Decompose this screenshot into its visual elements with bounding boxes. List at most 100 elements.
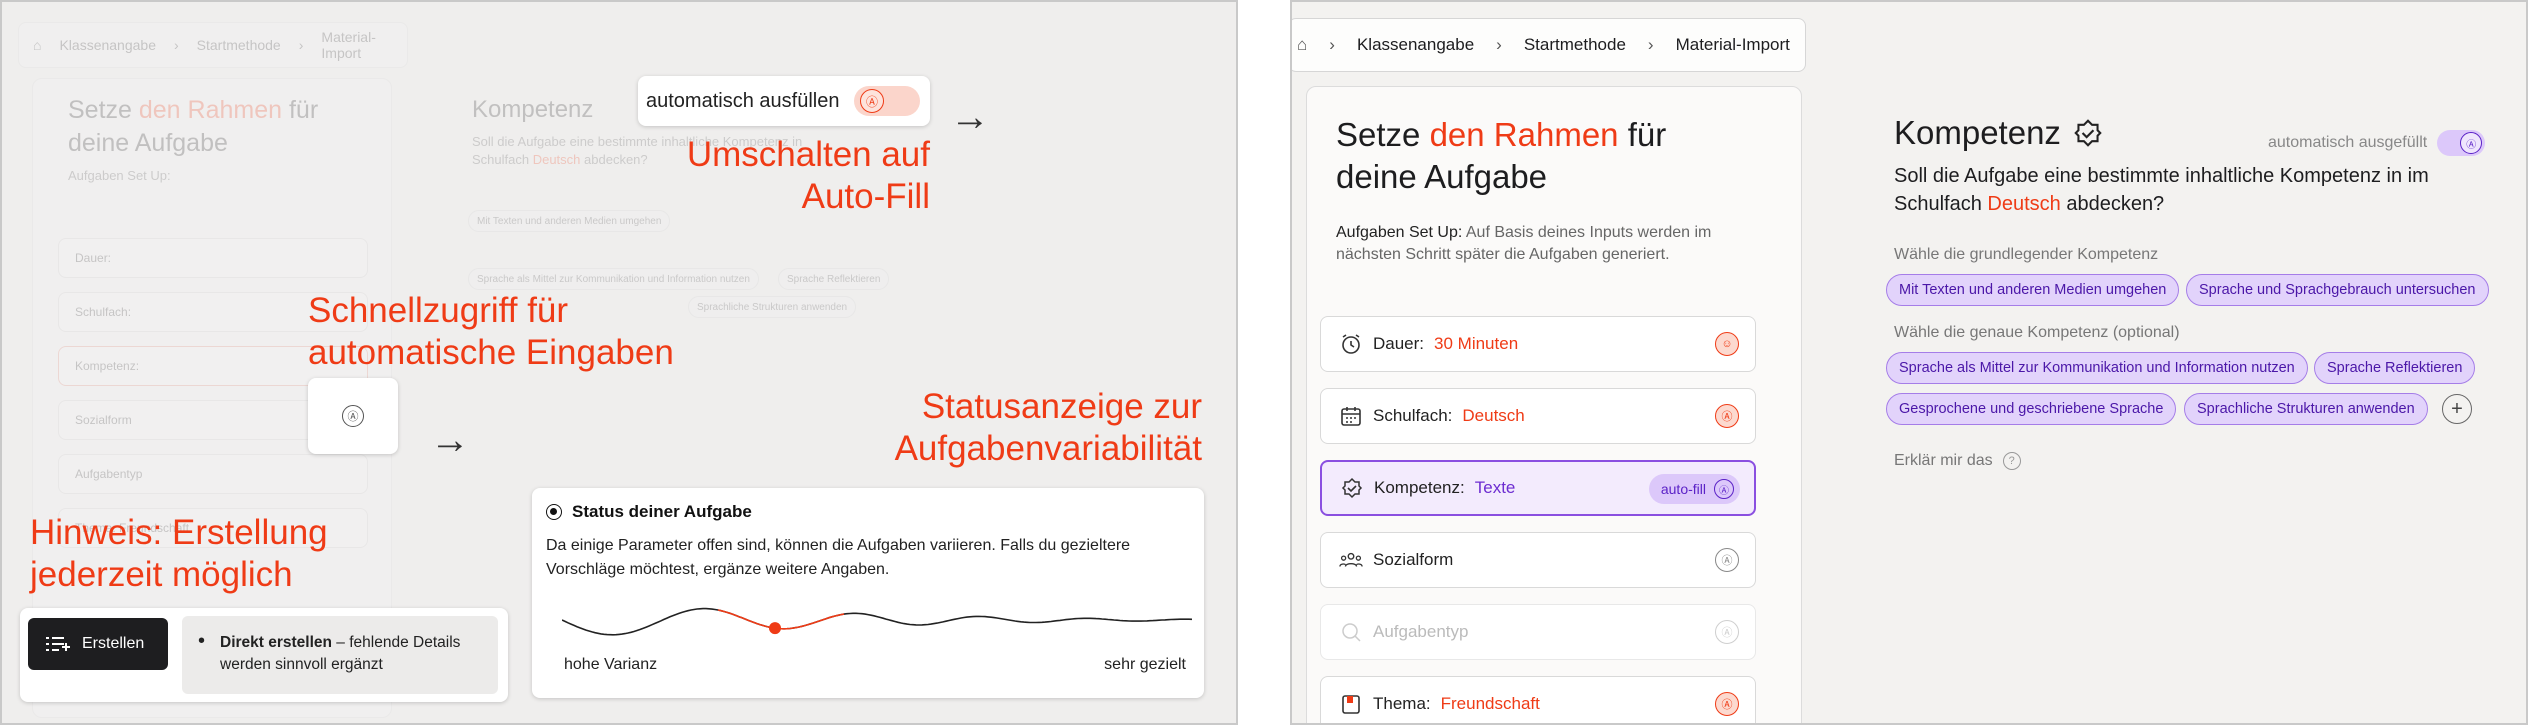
- autofill-badge-label: auto-fill: [1660, 481, 1706, 497]
- breadcrumb: ⌂ › Klassenangabe › Startmethode › Mater…: [1292, 18, 1806, 72]
- ghost-breadcrumb-item: Material-Import: [321, 29, 376, 61]
- explain-label: Erklär mir das: [1894, 452, 1993, 469]
- label-status: Statusanzeige zur Aufgabenvariabilität: [894, 387, 1202, 468]
- alarm-clock-icon: [1339, 332, 1363, 356]
- chevron-right-icon: ›: [174, 37, 179, 53]
- kompetenz-question: Soll die Aufgabe eine bestimmte inhaltli…: [1894, 165, 2429, 215]
- create-button-label: Erstellen: [82, 635, 145, 652]
- status-heading: Status deiner Aufgabe: [546, 502, 1190, 522]
- scale-right-label: sehr gezielt: [1104, 656, 1186, 673]
- variance-wave-highlight: [717, 609, 845, 630]
- status-radio-icon: [546, 504, 562, 520]
- ghost-row: Aufgabentyp: [58, 454, 368, 494]
- breadcrumb-item-klassenangabe[interactable]: Klassenangabe: [1357, 35, 1474, 55]
- arrow-right-icon: →: [430, 418, 470, 462]
- breadcrumb-item-startmethode[interactable]: Startmethode: [1524, 35, 1626, 55]
- autofill-badge[interactable]: auto-fill Ⓐ: [1648, 474, 1740, 504]
- status-description: Da einige Parameter offen sind, können d…: [546, 537, 1131, 578]
- auto-filled-toggle[interactable]: Ⓐ: [2437, 130, 2486, 156]
- autofill-a-icon[interactable]: Ⓐ: [1715, 620, 1739, 644]
- explain-link[interactable]: Erklär mir das ?: [1894, 452, 2021, 470]
- calendar-icon: [1339, 404, 1363, 428]
- arrow-right-icon: →: [950, 95, 990, 139]
- param-row-schulfach[interactable]: Schulfach: Deutsch Ⓐ: [1320, 388, 1756, 444]
- ghost-row: Dauer:: [58, 238, 368, 278]
- chip-basic-competence[interactable]: Mit Texten und anderen Medien umgehen: [1886, 274, 2180, 306]
- status-card: Status deiner Aufgabe Da einige Paramete…: [532, 488, 1204, 698]
- basic-competence-label: Wähle die grundlegender Kompetenz: [1894, 246, 2159, 263]
- autofill-a-icon[interactable]: Ⓐ: [1715, 548, 1739, 572]
- status-title: Status deiner Aufgabe: [572, 502, 752, 521]
- chevron-right-icon: ›: [1647, 35, 1654, 54]
- people-icon: [1339, 548, 1363, 572]
- badge-check-icon: [1340, 476, 1364, 500]
- chip-exact-competence[interactable]: Sprache als Mittel zur Kommunikation und…: [1886, 352, 2308, 384]
- chip-exact-competence[interactable]: Sprache Reflektieren: [2314, 352, 2476, 384]
- param-label: Dauer:: [1373, 334, 1425, 353]
- auto-filled-indicator: automatisch ausgefüllt Ⓐ: [2268, 130, 2486, 156]
- ghost-breadcrumb-item: Klassenangabe: [59, 37, 156, 53]
- kompetenz-title: Kompetenz: [1894, 114, 2103, 152]
- autofill-a-icon: Ⓐ: [2460, 132, 2483, 154]
- param-label: Schulfach:: [1373, 406, 1453, 425]
- ghost-breadcrumb-item: Startmethode: [196, 37, 281, 53]
- autofill-a-icon: Ⓐ: [1714, 479, 1734, 499]
- label-quick-access: Schnellzugriff für automatische Eingaben: [308, 291, 674, 372]
- label-autofill: Umschalten auf Auto-Fill: [686, 135, 930, 216]
- param-row-thema[interactable]: Thema: Freundschaft Ⓐ: [1320, 676, 1756, 723]
- setup-description: Aufgaben Set Up: Auf Basis deines Inputs…: [1336, 224, 1712, 263]
- variance-level-marker[interactable]: [769, 622, 781, 635]
- ghost-breadcrumb: ⌂ Klassenangabe › Startmethode › Materia…: [18, 22, 408, 68]
- ghost-chip: Sprache als Mittel zur Kommunikation und…: [468, 268, 759, 290]
- autofill-a-icon[interactable]: Ⓐ: [1715, 692, 1739, 716]
- chevron-right-icon: ›: [298, 37, 304, 53]
- param-label: Kompetenz:: [1374, 478, 1465, 497]
- auto-filled-label: automatisch ausgefüllt: [2268, 134, 2428, 151]
- param-label: Aufgabentyp: [1373, 622, 1469, 641]
- add-competence-button[interactable]: +: [2442, 394, 2472, 424]
- annotated-overview-panel: ⌂ Klassenangabe › Startmethode › Materia…: [0, 0, 1238, 725]
- param-row-aufgabentyp[interactable]: Aufgabentyp Ⓐ: [1320, 604, 1756, 660]
- create-note: Direkt erstellen – fehlende Details werd…: [182, 616, 498, 694]
- ghost-setup-label: Aufgaben Set Up:: [68, 168, 171, 183]
- autofill-a-icon[interactable]: Ⓐ: [1715, 404, 1739, 428]
- chevron-right-icon: ›: [1496, 35, 1502, 54]
- param-row-dauer[interactable]: Dauer: 30 Minuten ☺: [1320, 316, 1756, 372]
- param-row-sozialform[interactable]: Sozialform Ⓐ: [1320, 532, 1756, 588]
- chevron-right-icon: ›: [1329, 35, 1335, 54]
- scale-left-label: hohe Varianz: [564, 656, 658, 673]
- label-hint: Hinweis: Erstellung jederzeit möglich: [30, 513, 328, 594]
- badge-check-icon: [2074, 119, 2102, 147]
- page-title: Setze den Rahmen für deine Aufgabe: [1336, 116, 1667, 195]
- autofill-toggle[interactable]: Ⓐ: [854, 86, 920, 116]
- ghost-chip: Mit Texten und anderen Medien umgehen: [468, 210, 671, 232]
- home-icon: ⌂: [33, 37, 42, 53]
- autofill-toggle-label: automatisch ausfüllen: [646, 89, 840, 112]
- user-circle-icon[interactable]: ☺: [1715, 332, 1739, 356]
- variance-wave: [562, 607, 1192, 636]
- exact-competence-label: Wähle die genaue Kompetenz (optional): [1894, 324, 2180, 341]
- ghost-kompetenz-title: Kompetenz: [472, 96, 594, 123]
- param-row-kompetenz[interactable]: Kompetenz: Texte auto-fill Ⓐ: [1320, 460, 1756, 516]
- ghost-title: Setze den Rahmen für deine Aufgabe: [68, 96, 319, 157]
- ghost-chip: Sprache Reflektieren: [778, 268, 890, 290]
- status-scale: hohe Varianz sehr gezielt: [564, 656, 1186, 674]
- create-card: Erstellen Direkt erstellen – fehlende De…: [20, 608, 508, 702]
- breadcrumb-item-material-import[interactable]: Material-Import: [1676, 35, 1790, 55]
- book-icon: [1339, 692, 1363, 716]
- chip-exact-competence[interactable]: Sprachliche Strukturen anwenden: [2184, 393, 2428, 425]
- create-button[interactable]: Erstellen: [28, 618, 168, 670]
- param-value: Texte: [1474, 478, 1516, 497]
- param-value: Freundschaft: [1440, 694, 1540, 713]
- auto-input-icon[interactable]: Ⓐ: [342, 405, 364, 427]
- param-label: Sozialform: [1373, 550, 1454, 569]
- chip-exact-competence[interactable]: Gesprochene und geschriebene Sprache: [1886, 393, 2177, 425]
- ghost-question-2: Schulfach Deutsch abdecken?: [472, 152, 648, 167]
- param-value: 30 Minuten: [1434, 334, 1519, 353]
- chip-basic-competence[interactable]: Sprache und Sprachgebrauch untersuchen: [2186, 274, 2489, 306]
- autofill-toggle-callout: automatisch ausfüllen Ⓐ: [638, 76, 930, 126]
- home-icon[interactable]: ⌂: [1297, 35, 1307, 55]
- puzzle-icon: [1339, 620, 1363, 644]
- variance-wave-line: [562, 607, 1192, 636]
- autofill-a-icon: Ⓐ: [860, 89, 884, 113]
